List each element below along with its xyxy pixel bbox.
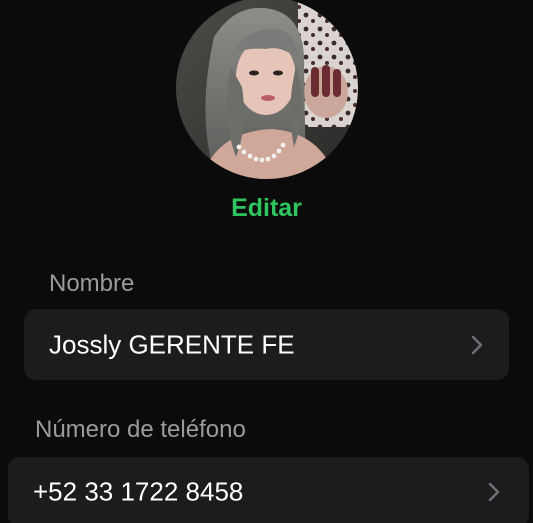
name-row[interactable]: Jossly GERENTE FE — [24, 309, 509, 380]
profile-photo[interactable] — [176, 0, 358, 179]
phone-value: +52 33 1722 8458 — [33, 476, 244, 507]
chevron-right-icon — [471, 335, 483, 354]
name-section-label: Nombre — [49, 270, 135, 297]
edit-photo-link[interactable]: Editar — [0, 194, 533, 223]
chevron-right-icon — [488, 482, 500, 502]
phone-row[interactable]: +52 33 1722 8458 — [8, 457, 529, 523]
profile-edit-screen: Editar Nombre Jossly GERENTE FE Número d… — [0, 0, 533, 523]
phone-section-label: Número de teléfono — [35, 416, 246, 443]
avatar-image — [176, 0, 358, 179]
name-value: Jossly GERENTE FE — [49, 329, 295, 359]
